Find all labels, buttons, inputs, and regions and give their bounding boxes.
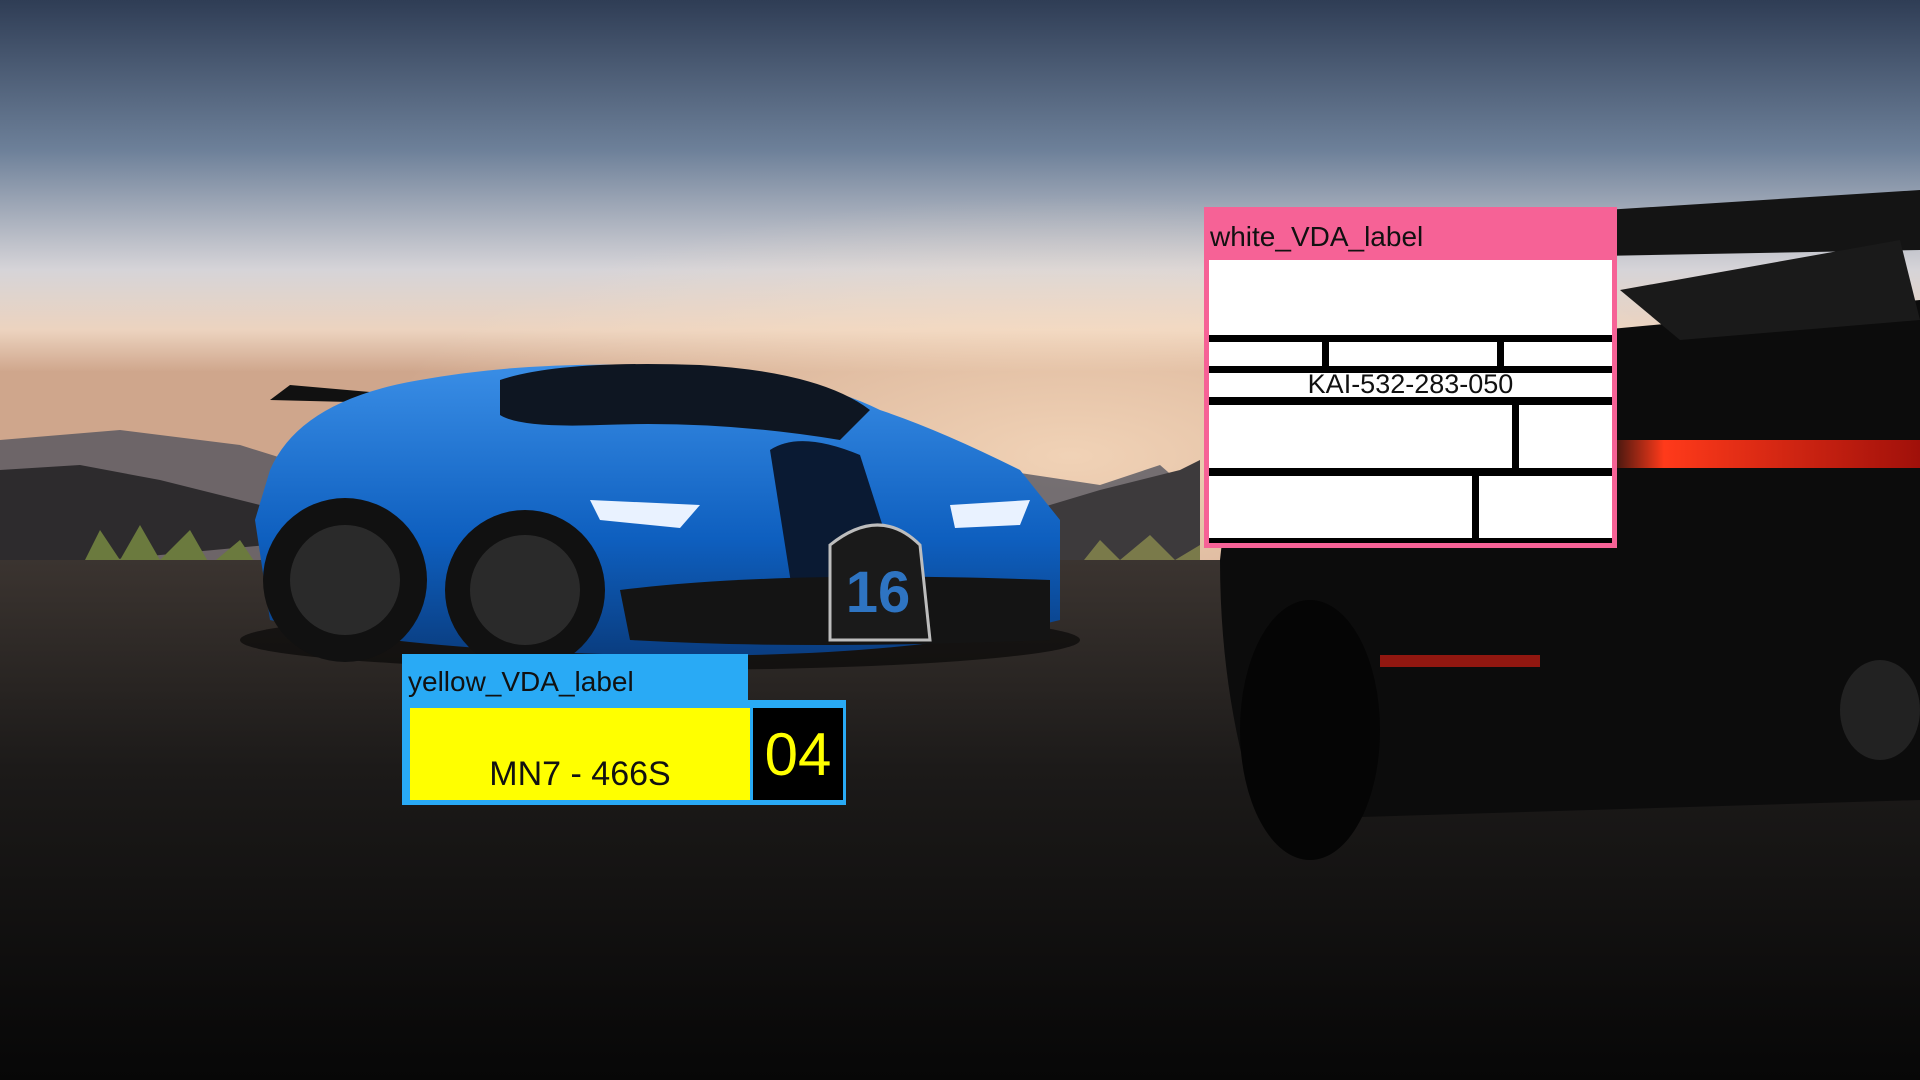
white-label-cell bbox=[1209, 405, 1512, 468]
white-label-cell bbox=[1479, 476, 1612, 538]
white-label-cell: KAI-532-283-050 bbox=[1209, 369, 1612, 399]
white-label-tag: white_VDA_label bbox=[1204, 207, 1617, 257]
white-label-cell bbox=[1504, 342, 1612, 366]
yellow-label-box: MN7 - 466S 04 bbox=[402, 700, 846, 805]
background-photo: 16 bbox=[0, 0, 1920, 1080]
svg-text:16: 16 bbox=[846, 560, 911, 625]
white-label-id: KAI-532-283-050 bbox=[1307, 369, 1514, 399]
yellow-plate-code: 04 bbox=[753, 708, 843, 800]
white-label-name: white_VDA_label bbox=[1210, 221, 1424, 252]
yellow-plate: MN7 - 466S bbox=[410, 708, 750, 800]
white-label-cell bbox=[1209, 260, 1612, 335]
white-label-cell bbox=[1209, 342, 1322, 366]
yellow-label-tag: yellow_VDA_label bbox=[402, 654, 748, 702]
white-label-box: KAI-532-283-050 bbox=[1204, 255, 1617, 548]
white-label-cell bbox=[1329, 342, 1497, 366]
white-label-cell bbox=[1209, 476, 1472, 538]
yellow-label-name: yellow_VDA_label bbox=[408, 666, 634, 697]
yellow-plate-text: MN7 - 466S bbox=[489, 755, 671, 793]
white-label-cell bbox=[1519, 405, 1612, 468]
